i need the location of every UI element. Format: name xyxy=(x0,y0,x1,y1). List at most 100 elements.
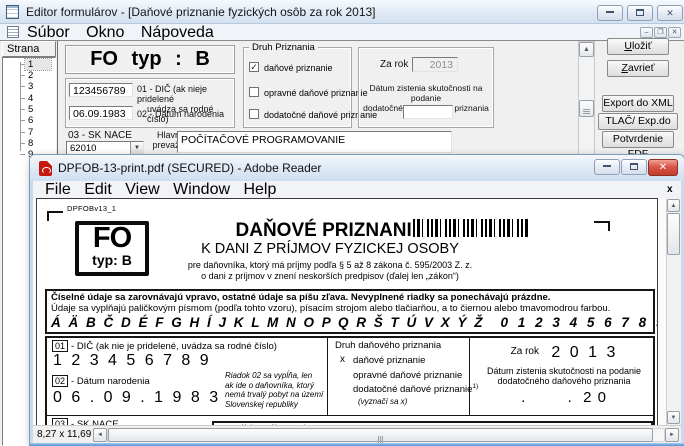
confirm-fdf-button[interactable]: Potvrdenie FDF xyxy=(602,131,674,148)
reader-statusbar: 8,27 x 11,69 in ◄ ► xyxy=(33,425,681,443)
form-code: DPFOBv13_1 xyxy=(67,204,116,213)
checkbox-opravne-label: opravné daňové priznanie xyxy=(264,88,368,98)
activity-input[interactable]: POČÍTAČOVÉ PROGRAMOVANIE xyxy=(177,131,452,153)
barcode xyxy=(413,219,529,237)
pdf-za-rok-label: Za rok xyxy=(511,346,539,357)
tree-item-page-6[interactable]: 6 xyxy=(25,115,51,126)
instruction-line-2: Údaje sa vyplňajú paličkovým písmom (pod… xyxy=(51,303,610,314)
document-pane: DPFOBv13_1 FO typ: B DAŇOVÉ PRIZNANIE K … xyxy=(33,198,681,425)
tree-item-page-1[interactable]: 1 xyxy=(25,59,51,70)
scroll-up-icon[interactable]: ▲ xyxy=(579,42,594,57)
minimize-icon xyxy=(606,11,614,13)
pdf-datum-note-1: Dátum zistenia skutočnosti na podanie xyxy=(471,366,657,376)
scroll-up-icon[interactable]: ▲ xyxy=(667,199,680,212)
pdf-datum-value: . . 2 0 xyxy=(471,389,657,406)
export-xml-button[interactable]: Export do XML xyxy=(602,95,674,112)
birth-date-input[interactable]: 06.09.1983 xyxy=(69,106,133,120)
pdf-form-box: 01- DIČ (ak nie je pridelené, uvádza sa … xyxy=(45,336,655,425)
editor-maximize-button[interactable] xyxy=(627,5,653,21)
scroll-down-icon[interactable]: ▼ xyxy=(667,411,680,424)
crop-mark-top-left xyxy=(47,211,63,221)
menu-help[interactable]: Help xyxy=(243,181,276,198)
mdi-restore-button[interactable]: ❐ xyxy=(654,27,667,38)
menu-okno[interactable]: Okno xyxy=(83,25,127,41)
tree-item-page-4[interactable]: 4 xyxy=(25,93,51,104)
document-icon[interactable] xyxy=(7,26,19,38)
editor-titlebar: Editor formulárov - [Daňové priznanie fy… xyxy=(0,0,684,24)
screen: Editor formulárov - [Daňové priznanie fy… xyxy=(0,0,684,446)
field-03-row: 03- SK NACE xyxy=(52,418,119,425)
druh-mark-1: x xyxy=(340,354,345,365)
field-01-row: 01- DIČ (ak nie je pridelené, uvádza sa … xyxy=(52,340,277,352)
scroll-left-icon[interactable]: ◄ xyxy=(93,428,107,442)
reader-titlebar: DPFOB-13-print.pdf (SECURED) - Adobe Rea… xyxy=(30,155,684,181)
checkbox-dodatocne[interactable] xyxy=(249,109,259,119)
za-rok-row: Za rok 2 0 1 3 xyxy=(471,344,657,362)
reader-close-button[interactable]: ✕ xyxy=(648,159,678,176)
reader-scrollbar-thumb[interactable] xyxy=(667,213,680,255)
group-druh-legend: Druh Priznania xyxy=(249,42,318,53)
tree-item-page-8[interactable]: 8 xyxy=(25,138,51,149)
menubar-close-icon[interactable]: x xyxy=(667,182,673,197)
tree-item-page-5[interactable]: 5 xyxy=(25,104,51,115)
sidebar-header-strana[interactable]: Strana xyxy=(2,41,56,57)
checkbox-opravne[interactable] xyxy=(249,87,259,97)
pdf-legal-text: pre daňovníka, ktorý má príjmy podľa § 5… xyxy=(140,260,520,282)
mdi-close-button[interactable]: ✕ xyxy=(668,27,681,38)
field-02-row: 02- Dátum narodenia xyxy=(52,375,150,387)
sknace-combobox[interactable]: 62010 ▼ xyxy=(66,141,144,155)
sample-characters: Á Ä B Č D É F G H Í J K L M N O P Q R Š … xyxy=(51,315,658,330)
menu-window[interactable]: Window xyxy=(173,181,230,198)
sknace-label: 03 - SK NACE xyxy=(68,131,132,141)
druh-item-1: daňové priznanie xyxy=(353,354,425,366)
datum-zistenia-input[interactable] xyxy=(403,105,453,119)
editor-menu: Súbor Okno Nápoveda xyxy=(24,24,223,40)
checkbox-row-opravne: opravné daňové priznanie xyxy=(249,87,351,99)
reader-minimize-button[interactable] xyxy=(594,159,620,175)
maximize-icon xyxy=(636,9,644,16)
mdi-minimize-button[interactable]: – xyxy=(640,27,653,38)
checkbox-danove-label: daňové priznanie xyxy=(264,63,333,73)
chevron-down-icon[interactable]: ▼ xyxy=(130,142,143,154)
za-rok-input[interactable]: 2013 xyxy=(412,57,458,72)
minimize-icon xyxy=(603,165,611,167)
field-02-value: 0 6 . 0 9 . 1 9 8 3 xyxy=(53,389,220,407)
pdf-subtitle: K DANI Z PRÍJMOV FYZICKEJ OSOBY xyxy=(140,241,520,257)
editor-minimize-button[interactable] xyxy=(597,5,623,21)
checkbox-row-danove: ✓ daňové priznanie xyxy=(249,62,351,74)
horizontal-scrollbar-thumb[interactable] xyxy=(108,428,653,442)
druh-header: Druh daňového priznania xyxy=(335,340,441,351)
save-button[interactable]: Uložiť xyxy=(607,38,669,55)
row-divider xyxy=(47,415,653,416)
menu-view[interactable]: View xyxy=(125,181,159,198)
editor-scrollbar-thumb[interactable] xyxy=(579,100,594,117)
tree-item-page-7[interactable]: 7 xyxy=(25,127,51,138)
reader-maximize-button[interactable] xyxy=(621,159,647,175)
scrollbar-grip xyxy=(378,436,383,443)
maximize-icon xyxy=(630,163,638,170)
menu-subor[interactable]: Súbor xyxy=(24,25,73,41)
scroll-right-icon[interactable]: ► xyxy=(665,428,679,442)
druh-note: (vyznačí sa x) xyxy=(358,397,407,407)
birth-date-label: 02 - Dátum narodenia xyxy=(137,109,233,119)
tree-item-page-3[interactable]: 3 xyxy=(25,81,51,92)
reader-menu: File Edit View Window Help xyxy=(45,181,285,198)
tree-item-page-2[interactable]: 2 xyxy=(25,70,51,81)
pdf-za-rok-value: 2 0 1 3 xyxy=(551,344,617,361)
dic-input[interactable]: 123456789 xyxy=(69,83,133,97)
menu-edit[interactable]: Edit xyxy=(84,181,112,198)
field-02-note: Riadok 02 sa vypĺňa, len ak ide o daňovn… xyxy=(225,371,331,409)
editor-close-button[interactable]: ✕ xyxy=(657,5,683,21)
menu-napoveda[interactable]: Nápoveda xyxy=(138,25,217,41)
field-01-value: 1 2 3 4 5 6 7 8 9 xyxy=(53,352,211,370)
sknace-value: 62010 xyxy=(70,143,96,154)
editor-app-icon xyxy=(6,5,19,19)
pdf-datum-note-2: dodatočného daňového priznania xyxy=(471,376,657,386)
form-type-heading: FO typ : B xyxy=(65,45,235,74)
checkbox-danove[interactable]: ✓ xyxy=(249,62,259,72)
print-fdf-button[interactable]: TLAČ/ Exp.do FDF xyxy=(598,113,678,130)
menu-file[interactable]: File xyxy=(45,181,71,198)
close-form-button[interactable]: Zavrieť xyxy=(607,60,669,77)
fo-type-stamp: FO typ: B xyxy=(75,221,149,276)
druh-item-3: dodatočné daňové priznanie1) xyxy=(353,383,478,395)
